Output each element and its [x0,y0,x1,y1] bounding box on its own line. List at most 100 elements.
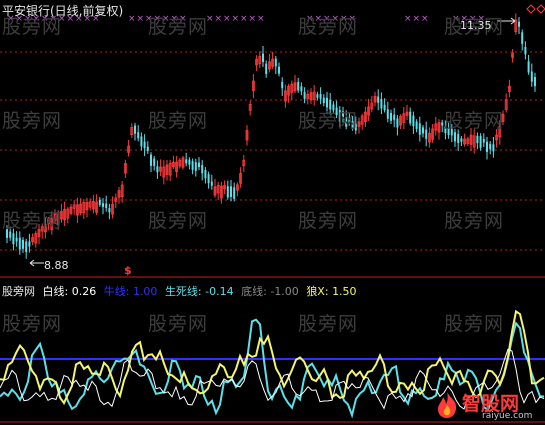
watermark: 股旁网 [2,313,63,335]
candle-down [185,159,188,164]
legend-item-bull: 牛线: 1.00 [104,285,158,298]
candle-down [226,186,229,198]
indicator-panel[interactable]: 股旁网 股旁网 股旁网 股旁网 股旁网 白线: 0.26 牛线: 1.00 生死… [0,279,545,425]
candle-down [278,66,280,74]
indicator-legend: 股旁网 白线: 0.26 牛线: 1.00 生死线: -0.14 底线: -1.… [2,283,361,299]
candle-down [482,138,485,143]
candle-down [265,63,268,74]
candle-down [297,82,300,91]
watermark: 股旁网 [2,210,63,232]
candle-down [316,94,319,98]
watermark: 股旁网 [444,210,505,232]
candle-down [198,162,200,168]
watermark: 股旁网 [444,110,505,132]
candle-down [204,170,207,179]
candle-down [194,162,197,171]
candle-down [383,104,386,111]
legend-label: 底线: [241,285,267,298]
signal-x-marker: × [257,14,265,24]
candle-down [534,77,536,87]
candle-down [300,86,303,92]
candle-down [479,135,482,148]
candle-down [262,53,264,62]
candle-down [191,161,194,170]
legend-item-bottom: 底线: -1.00 [241,285,299,298]
diamond-icon [536,4,545,14]
legend-label: 牛线: [103,285,130,298]
candle-down [441,122,444,126]
legend-label: 狼X: [306,285,329,298]
candle-down [108,208,111,213]
candle-down [530,71,533,82]
indicator-name: 股旁网 [2,285,35,298]
watermark: 股旁网 [298,16,359,38]
candle-down [422,127,424,134]
candle-down [322,97,325,104]
site-logo: 智股网 raiyue.com [434,389,542,423]
legend-item-wolf: 狼X: 1.50 [306,285,356,298]
signal-x-marker: × [128,14,136,24]
watermark: 股旁网 [298,110,359,132]
signal-marker-label: $ [124,264,132,277]
candle-down [134,125,136,134]
watermark: 股旁网 [2,110,63,132]
legend-label: 白线: [42,285,69,298]
candle-down [18,237,21,250]
candle-down [143,141,146,149]
candle-down [15,237,18,242]
candle-down [393,114,396,120]
signal-x-marker: × [240,14,248,24]
candle-down [25,241,28,253]
legend-value: 0.26 [71,285,97,298]
candle-down [377,96,380,103]
signal-x-marker: × [413,14,421,24]
candle-down [527,61,530,73]
candle-down [521,32,524,44]
candle-down [102,203,104,207]
legend-value: -1.00 [270,285,299,298]
candle-down [386,109,389,119]
signal-x-marker: × [137,14,145,24]
candle-down [518,21,520,27]
candle-down [12,233,15,245]
diamond-icon [526,4,536,14]
candle-down [303,91,306,99]
high-price-label: 11.35 [460,19,492,32]
signal-x-marker: × [421,14,429,24]
candle-down [156,166,159,173]
legend-item-lifedeath: 生死线: -0.14 [165,285,234,298]
candle-down [457,134,460,144]
price-chart[interactable]: × × × × × × × × × × × × × × × × × × × × × × × × × × × × × × × × × × × × × × [0,0,545,278]
candle-down [390,112,392,121]
candle-down [233,187,236,199]
candle-down [492,144,495,152]
signal-x-marker: × [215,14,223,24]
candle-down [201,165,204,174]
candle-down [380,99,383,109]
watermark: 股旁网 [298,210,359,232]
candle-down [489,143,492,150]
candle-down [153,158,156,166]
legend-item-white: 白线: 0.26 [43,285,97,298]
price-panel[interactable]: × × × × × × × × × × × × × × × × × × × × × × × × × × × × × × × × × × × × × × 股… [0,0,545,278]
candle-down [28,241,31,247]
watermark: 股旁网 [444,313,505,335]
candle-down [137,132,140,139]
candle-down [207,174,210,184]
candle-down [98,199,101,205]
candle-down [210,181,213,186]
candle-down [454,132,456,142]
legend-value: 1.50 [332,285,357,298]
legend-label: 生死线: [164,285,202,298]
logo-url: raiyue.com [482,411,533,421]
candle-down [188,159,191,165]
signal-x-marker: × [404,14,412,24]
candle-down [415,121,418,129]
signal-x-marker: × [232,14,240,24]
candle-down [409,111,412,124]
chart-window: × × × × × × × × × × × × × × × × × × × × × × × × × × × × × × × × × × × × × × 股… [0,0,545,425]
candle-down [22,239,24,249]
candle-down [460,138,463,142]
watermark: 股旁网 [148,210,209,232]
candle-down [412,115,415,127]
